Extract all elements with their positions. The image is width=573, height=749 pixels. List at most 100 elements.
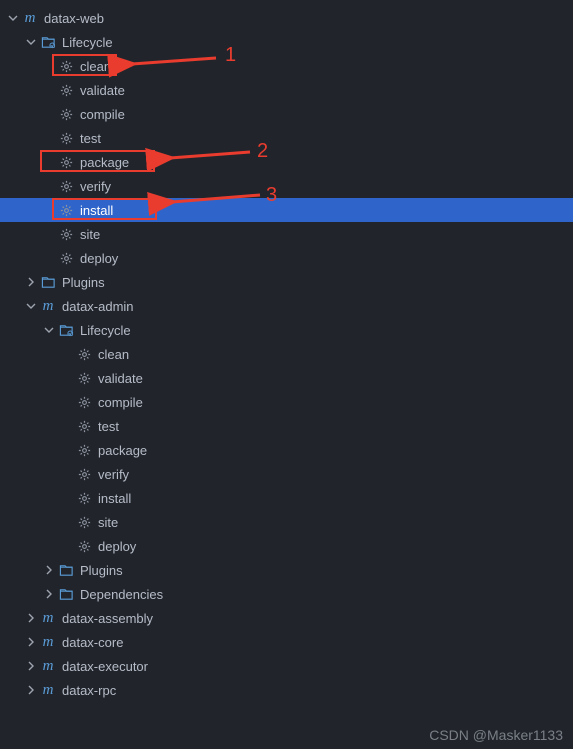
- goal-label: test: [98, 419, 119, 434]
- module-assembly[interactable]: m datax-assembly: [0, 606, 573, 630]
- maven-icon: m: [40, 635, 56, 650]
- watermark: CSDN @Masker1133: [429, 727, 563, 743]
- folder-icon: [40, 34, 56, 50]
- gear-icon: [76, 370, 92, 386]
- plugins-label: Plugins: [80, 563, 123, 578]
- lifecycle-folder[interactable]: Lifecycle: [0, 30, 573, 54]
- lifecycle-label: Lifecycle: [62, 35, 113, 50]
- goal-clean[interactable]: clean: [0, 342, 573, 366]
- gear-icon: [76, 346, 92, 362]
- goal-install[interactable]: install: [0, 198, 573, 222]
- folder-icon: [40, 274, 56, 290]
- chevron-right-icon: [24, 275, 38, 289]
- maven-icon: m: [40, 659, 56, 674]
- goal-label: install: [98, 491, 131, 506]
- goal-package[interactable]: package: [0, 150, 573, 174]
- module-label: datax-executor: [62, 659, 148, 674]
- goal-verify[interactable]: verify: [0, 462, 573, 486]
- chevron-right-icon: [24, 611, 38, 625]
- gear-icon: [58, 178, 74, 194]
- module-label: datax-admin: [62, 299, 134, 314]
- goal-test[interactable]: test: [0, 126, 573, 150]
- goal-verify[interactable]: verify: [0, 174, 573, 198]
- chevron-down-icon: [6, 11, 20, 25]
- module-label: datax-assembly: [62, 611, 153, 626]
- module-rpc[interactable]: m datax-rpc: [0, 678, 573, 702]
- chevron-right-icon: [24, 635, 38, 649]
- dependencies-folder-admin[interactable]: Dependencies: [0, 582, 573, 606]
- maven-icon: m: [40, 299, 56, 314]
- goal-test[interactable]: test: [0, 414, 573, 438]
- gear-icon: [76, 490, 92, 506]
- goal-site[interactable]: site: [0, 222, 573, 246]
- goal-label: compile: [80, 107, 125, 122]
- goal-label: install: [80, 203, 113, 218]
- lifecycle-label: Lifecycle: [80, 323, 131, 338]
- goal-label: verify: [98, 467, 129, 482]
- goal-compile[interactable]: compile: [0, 390, 573, 414]
- module-root[interactable]: m datax-web: [0, 6, 573, 30]
- chevron-right-icon: [42, 587, 56, 601]
- module-label: datax-web: [44, 11, 104, 26]
- chevron-right-icon: [24, 683, 38, 697]
- module-executor[interactable]: m datax-executor: [0, 654, 573, 678]
- maven-tree: m datax-web Lifecycle clean validate com…: [0, 0, 573, 702]
- goal-compile[interactable]: compile: [0, 102, 573, 126]
- gear-icon: [76, 418, 92, 434]
- maven-icon: m: [22, 11, 38, 26]
- goal-deploy[interactable]: deploy: [0, 534, 573, 558]
- gear-icon: [58, 154, 74, 170]
- goal-site[interactable]: site: [0, 510, 573, 534]
- goal-label: verify: [80, 179, 111, 194]
- goal-label: package: [98, 443, 147, 458]
- module-label: datax-core: [62, 635, 123, 650]
- goal-label: clean: [98, 347, 129, 362]
- chevron-right-icon: [42, 563, 56, 577]
- gear-icon: [58, 226, 74, 242]
- maven-icon: m: [40, 683, 56, 698]
- gear-icon: [76, 442, 92, 458]
- gear-icon: [76, 538, 92, 554]
- goal-label: site: [80, 227, 100, 242]
- chevron-down-icon: [42, 323, 56, 337]
- chevron-right-icon: [24, 659, 38, 673]
- gear-icon: [58, 106, 74, 122]
- goal-label: deploy: [80, 251, 118, 266]
- goal-label: validate: [98, 371, 143, 386]
- goal-label: compile: [98, 395, 143, 410]
- folder-icon: [58, 562, 74, 578]
- folder-icon: [58, 322, 74, 338]
- goal-deploy[interactable]: deploy: [0, 246, 573, 270]
- gear-icon: [76, 466, 92, 482]
- chevron-down-icon: [24, 299, 38, 313]
- goal-label: deploy: [98, 539, 136, 554]
- goal-label: clean: [80, 59, 111, 74]
- plugins-label: Plugins: [62, 275, 105, 290]
- folder-icon: [58, 586, 74, 602]
- goal-package[interactable]: package: [0, 438, 573, 462]
- goal-label: package: [80, 155, 129, 170]
- gear-icon: [58, 82, 74, 98]
- gear-icon: [76, 514, 92, 530]
- goal-label: validate: [80, 83, 125, 98]
- goal-install[interactable]: install: [0, 486, 573, 510]
- chevron-down-icon: [24, 35, 38, 49]
- goal-label: site: [98, 515, 118, 530]
- maven-icon: m: [40, 611, 56, 626]
- plugins-folder-admin[interactable]: Plugins: [0, 558, 573, 582]
- module-label: datax-rpc: [62, 683, 116, 698]
- plugins-folder[interactable]: Plugins: [0, 270, 573, 294]
- gear-icon: [58, 250, 74, 266]
- goal-validate[interactable]: validate: [0, 78, 573, 102]
- dependencies-label: Dependencies: [80, 587, 163, 602]
- module-core[interactable]: m datax-core: [0, 630, 573, 654]
- goal-validate[interactable]: validate: [0, 366, 573, 390]
- gear-icon: [58, 202, 74, 218]
- goal-clean[interactable]: clean: [0, 54, 573, 78]
- goal-label: test: [80, 131, 101, 146]
- gear-icon: [58, 58, 74, 74]
- lifecycle-folder-admin[interactable]: Lifecycle: [0, 318, 573, 342]
- module-admin[interactable]: m datax-admin: [0, 294, 573, 318]
- gear-icon: [76, 394, 92, 410]
- gear-icon: [58, 130, 74, 146]
